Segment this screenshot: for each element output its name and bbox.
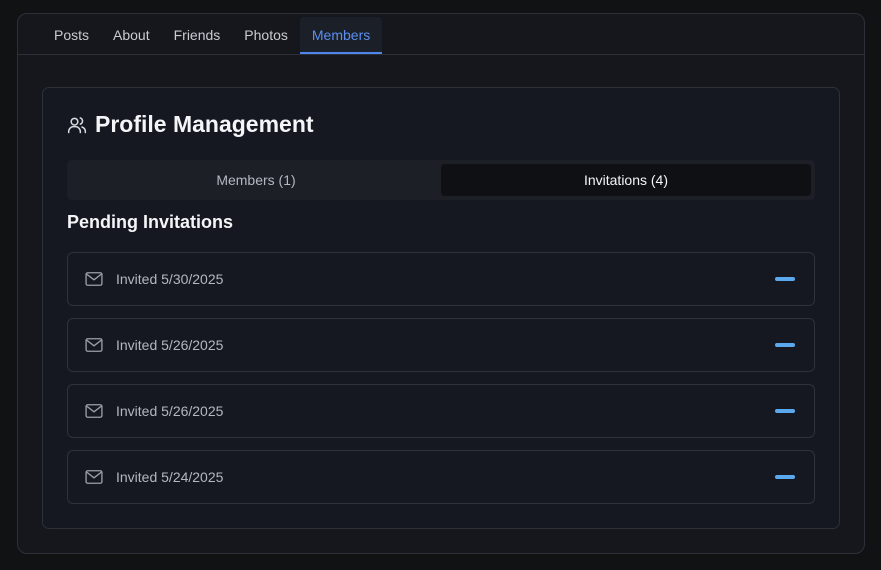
tab-members[interactable]: Members <box>299 17 383 54</box>
list-item: Invited 5/30/2025 <box>67 252 815 306</box>
mail-icon <box>85 272 103 286</box>
mail-icon <box>85 470 103 484</box>
profile-frame: Posts About Friends Photos Members Profi… <box>17 13 865 554</box>
invitation-text: Invited 5/30/2025 <box>116 271 224 287</box>
invitation-text: Invited 5/26/2025 <box>116 337 224 353</box>
list-item: Invited 5/26/2025 <box>67 318 815 372</box>
tab-posts[interactable]: Posts <box>42 17 101 54</box>
tab-about[interactable]: About <box>101 17 162 54</box>
tab-photos[interactable]: Photos <box>232 17 300 54</box>
remove-invitation-button[interactable] <box>774 272 796 286</box>
remove-invitation-button[interactable] <box>774 404 796 418</box>
section-heading: Pending Invitations <box>67 212 234 232</box>
member-tabs: Members (1) Invitations (4) <box>67 160 815 200</box>
minus-icon <box>775 475 795 479</box>
list-item: Invited 5/26/2025 <box>67 384 815 438</box>
users-icon <box>67 116 87 133</box>
page-title: Profile Management <box>95 111 314 137</box>
remove-invitation-button[interactable] <box>774 470 796 484</box>
tab-invitations[interactable]: Invitations (4) <box>441 164 811 196</box>
invitation-text: Invited 5/24/2025 <box>116 469 224 485</box>
minus-icon <box>775 277 795 281</box>
mail-icon <box>85 338 103 352</box>
invitation-text: Invited 5/26/2025 <box>116 403 224 419</box>
profile-management-card: Profile Management Members (1) Invitatio… <box>42 87 840 529</box>
invitation-list: Invited 5/30/2025 Invited 5/26/2025 Invi… <box>67 252 815 516</box>
profile-nav: Posts About Friends Photos Members <box>18 14 864 55</box>
minus-icon <box>775 409 795 413</box>
list-item: Invited 5/24/2025 <box>67 450 815 504</box>
mail-icon <box>85 404 103 418</box>
tab-friends[interactable]: Friends <box>162 17 233 54</box>
tab-members-list[interactable]: Members (1) <box>71 164 441 196</box>
card-title-row: Profile Management <box>67 111 314 138</box>
minus-icon <box>775 343 795 347</box>
remove-invitation-button[interactable] <box>774 338 796 352</box>
